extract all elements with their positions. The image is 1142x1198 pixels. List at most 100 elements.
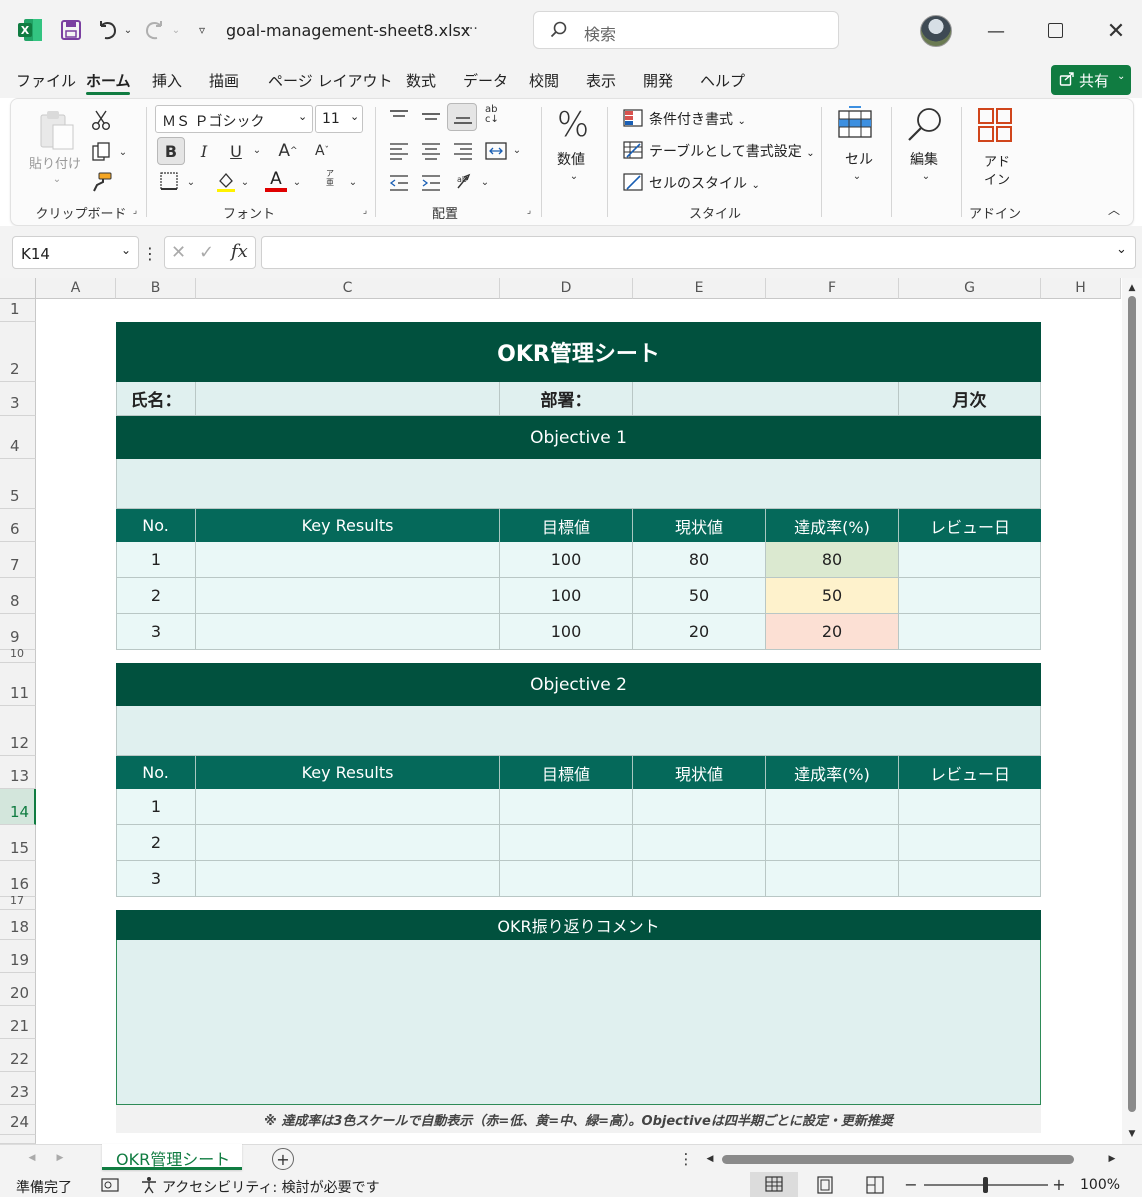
sheet-bar-options-icon[interactable]: ⋮ [679,1149,694,1169]
sheet-tab-okr[interactable]: OKR管理シート [102,1144,242,1170]
add-sheet-icon[interactable]: + [272,1148,294,1170]
name-box[interactable]: K14 ⌄ [12,236,139,269]
number-chevron-icon[interactable]: ⌄ [568,169,580,183]
table1-header-key-results[interactable]: Key Results [196,509,500,542]
row-header-14[interactable]: 14 [0,789,36,825]
table1-row3-review[interactable] [899,614,1041,650]
column-header-h[interactable]: H [1041,278,1121,299]
underline-chevron-icon[interactable]: ⌄ [251,143,263,157]
table1-row3-no[interactable]: 3 [116,614,196,650]
minimize-icon[interactable]: — [980,15,1012,47]
zoom-slider-thumb[interactable] [983,1177,988,1193]
table2-row3-review[interactable] [899,861,1041,897]
sheet-scroll-left-icon[interactable]: ◀ [26,1151,38,1165]
row-header-13[interactable]: 13 [0,756,36,789]
merge-chevron-icon[interactable]: ⌄ [511,143,523,157]
paste-icon[interactable] [37,109,77,151]
text-orientation-chevron-icon[interactable]: ⌄ [479,175,491,189]
name-label[interactable]: 氏名： [116,382,196,416]
row-header-5[interactable]: 5 [0,459,36,509]
format-as-table-icon[interactable] [623,141,643,159]
conditional-formatting-button[interactable]: 条件付き書式 ⌄ [649,109,746,129]
number-format-icon[interactable]: % [551,103,595,147]
tab-formulas[interactable]: 数式 [406,70,436,91]
table2-row3-no[interactable]: 3 [116,861,196,897]
objective-2-header[interactable]: Objective 2 [116,663,1041,706]
table2-row2-target[interactable] [500,825,633,861]
borders-icon[interactable] [159,171,179,191]
table2-row1-target[interactable] [500,789,633,825]
table1-header-no[interactable]: No. [116,509,196,542]
zoom-level[interactable]: 100% [1080,1177,1120,1193]
add-ins-icon[interactable] [977,107,1013,143]
table1-row3-rate[interactable]: 20 [766,614,899,650]
orientation-icon[interactable]: ab c↓ [485,105,507,127]
table2-header-target[interactable]: 目標値 [500,756,633,789]
maximize-icon[interactable] [1048,23,1063,38]
increase-indent-icon[interactable] [421,173,441,193]
copy-chevron-icon[interactable]: ⌄ [117,145,129,159]
phonetic-chevron-icon[interactable]: ⌄ [347,175,359,189]
dept-value[interactable] [633,382,899,416]
accessibility-icon[interactable] [140,1176,158,1194]
table2-row2-no[interactable]: 2 [116,825,196,861]
cut-icon[interactable] [91,109,111,131]
underline-button[interactable]: U [223,137,249,165]
column-header-e[interactable]: E [633,278,766,299]
row-header-6[interactable]: 6 [0,509,36,542]
column-header-a[interactable]: A [36,278,116,299]
worksheet-grid[interactable]: A B C D E F G H 1 2 3 4 5 6 7 8 9 10 11 … [0,278,1142,1144]
footnote[interactable]: ※ 達成率は3色スケールで自動表示（赤=低、黄=中、緑=高）。Objective… [116,1105,1041,1133]
row-header-21[interactable]: 21 [0,1006,36,1039]
add-ins-label-2[interactable]: イン [984,169,1010,188]
paste-chevron-icon[interactable]: ⌄ [51,173,63,185]
shrink-font-button[interactable]: Aˇ [309,137,335,165]
font-name-select[interactable]: ＭＳ Ｐゴシック ⌄ [155,105,313,133]
objective-1-header[interactable]: Objective 1 [116,416,1041,459]
name-value[interactable] [196,382,500,416]
name-box-chevron-icon[interactable]: ⌄ [121,243,131,257]
table2-row2-review[interactable] [899,825,1041,861]
row-header-17[interactable]: 17 [0,895,36,910]
row-header-4[interactable]: 4 [0,416,36,459]
font-launcher-icon[interactable]: ⌟ [359,205,371,217]
tab-view[interactable]: 表示 [586,70,616,91]
copy-icon[interactable] [91,141,113,163]
formula-bar-options-icon[interactable]: ⋮ [142,242,158,264]
table1-row3-kr[interactable] [196,614,500,650]
paste-label[interactable]: 貼り付け [29,153,81,172]
zoom-out-icon[interactable]: − [904,1175,918,1194]
format-as-table-button[interactable]: テーブルとして書式設定 ⌄ [649,141,815,161]
align-center-icon[interactable] [421,141,441,161]
font-color-chevron-icon[interactable]: ⌄ [291,175,303,189]
phonetic-icon[interactable]: ア亜 [321,169,339,193]
close-icon[interactable]: ✕ [1100,15,1132,47]
number-label[interactable]: 数値 [557,149,585,169]
editing-chevron-icon[interactable]: ⌄ [920,169,932,183]
file-name-more[interactable]: ···· [460,21,478,37]
grow-font-button[interactable]: A ^ [275,137,301,165]
period-value[interactable]: 月次 [899,382,1041,416]
table2-row3-target[interactable] [500,861,633,897]
merge-center-icon[interactable] [485,141,507,161]
conditional-formatting-icon[interactable] [623,109,643,127]
row-header-1[interactable]: 1 [0,299,36,322]
table2-row3-current[interactable] [633,861,766,897]
table2-row1-rate[interactable] [766,789,899,825]
table1-row3-target[interactable]: 100 [500,614,633,650]
bold-button[interactable]: B [157,137,185,165]
row-header-12[interactable]: 12 [0,706,36,756]
objective-1-input[interactable] [116,459,1041,509]
customize-quick-access-icon[interactable]: ▿ [194,22,210,38]
table2-header-key-results[interactable]: Key Results [196,756,500,789]
formula-input[interactable]: ⌄ [261,236,1136,269]
vertical-scrollbar[interactable]: ▲ ▼ [1122,278,1142,1144]
table2-header-no[interactable]: No. [116,756,196,789]
comment-header[interactable]: OKR振り返りコメント [116,910,1041,940]
row-header-25[interactable] [0,1135,36,1144]
tab-file[interactable]: ファイル [16,70,76,91]
row-header-11[interactable]: 11 [0,663,36,706]
table1-row1-current[interactable]: 80 [633,542,766,578]
tab-page-layout[interactable]: ページ レイアウト [268,70,392,91]
vertical-scroll-thumb[interactable] [1128,296,1136,1112]
